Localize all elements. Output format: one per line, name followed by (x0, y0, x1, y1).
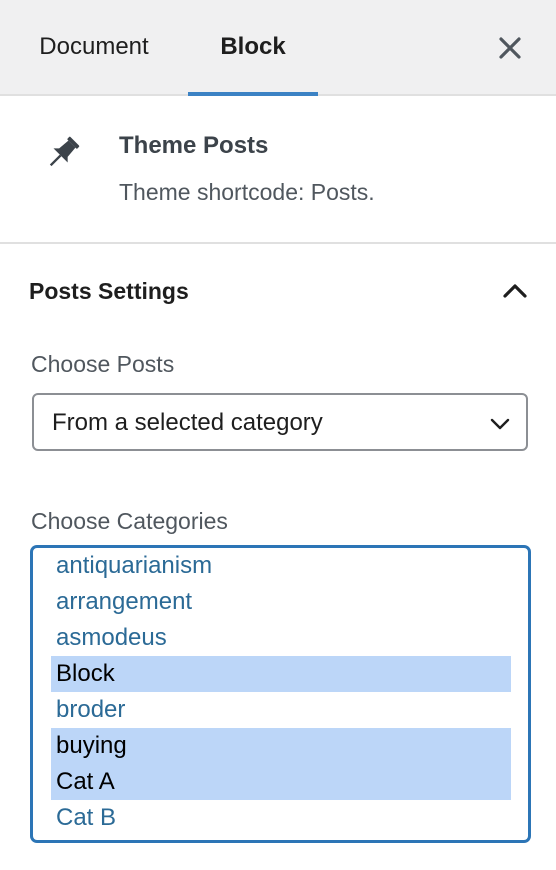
sidebar-tab-bar: Document Block (0, 0, 556, 96)
choose-posts-select[interactable]: From a selected category (32, 393, 528, 451)
categories-multiselect[interactable]: antiquarianism arrangement asmodeus Block br… (31, 546, 530, 842)
block-description: Theme shortcode: Posts. (119, 179, 375, 205)
category-option[interactable]: Block (51, 656, 511, 692)
choose-categories-label: Choose Categories (31, 508, 228, 534)
choose-posts-label: Choose Posts (31, 351, 175, 377)
chevron-up-icon (503, 284, 527, 298)
block-title: Theme Posts (119, 132, 269, 159)
chevron-down-icon (490, 418, 510, 430)
category-option[interactable]: broder (51, 692, 511, 728)
category-option[interactable]: asmodeus (51, 620, 511, 656)
close-button[interactable] (492, 30, 528, 66)
category-option[interactable]: arrangement (51, 584, 511, 620)
category-option[interactable]: Cat B (51, 800, 511, 836)
panel-title: Posts Settings (29, 278, 189, 304)
tab-block[interactable]: Block (188, 0, 318, 96)
pin-icon (49, 136, 80, 167)
category-option[interactable]: Cat A (51, 764, 511, 800)
category-option[interactable]: antiquarianism (51, 548, 511, 584)
choose-posts-value: From a selected category (52, 409, 323, 436)
close-icon (499, 37, 521, 59)
block-card: Theme Posts Theme shortcode: Posts. (0, 96, 556, 244)
posts-settings-panel-toggle[interactable]: Posts Settings (0, 244, 556, 336)
category-option[interactable]: buying (51, 728, 511, 764)
tab-document[interactable]: Document (0, 0, 188, 94)
categories-options: antiquarianism arrangement asmodeus Block br… (51, 548, 511, 836)
